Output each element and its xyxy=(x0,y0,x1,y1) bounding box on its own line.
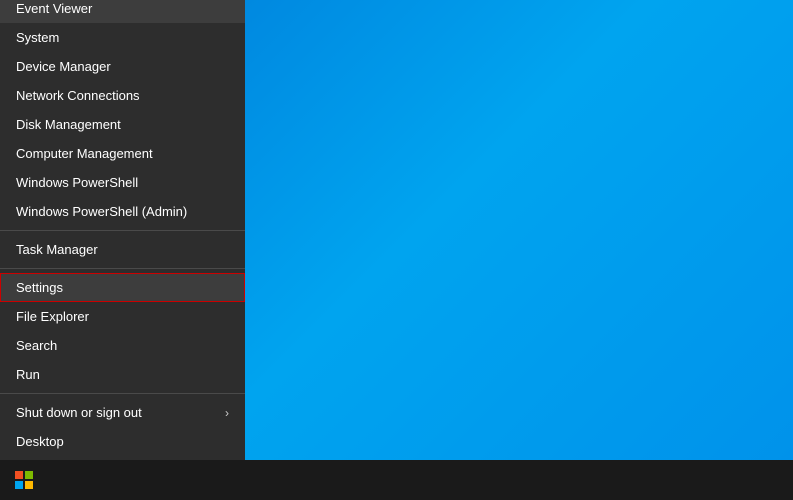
menu-item-event-viewer[interactable]: Event Viewer xyxy=(0,0,245,23)
menu-item-label-run: Run xyxy=(16,367,40,382)
menu-item-label-settings: Settings xyxy=(16,280,63,295)
menu-item-desktop[interactable]: Desktop xyxy=(0,427,245,456)
menu-item-label-search: Search xyxy=(16,338,57,353)
menu-item-disk-management[interactable]: Disk Management xyxy=(0,110,245,139)
menu-item-settings[interactable]: Settings xyxy=(0,273,245,302)
menu-item-label-windows-powershell: Windows PowerShell xyxy=(16,175,138,190)
menu-item-label-system: System xyxy=(16,30,59,45)
menu-item-label-shut-down-or-sign-out: Shut down or sign out xyxy=(16,405,142,420)
menu-item-label-disk-management: Disk Management xyxy=(16,117,121,132)
menu-item-label-task-manager: Task Manager xyxy=(16,242,98,257)
menu-item-label-windows-powershell-admin: Windows PowerShell (Admin) xyxy=(16,204,187,219)
submenu-arrow-icon: › xyxy=(225,406,229,420)
menu-item-computer-management[interactable]: Computer Management xyxy=(0,139,245,168)
menu-divider xyxy=(0,393,245,394)
menu-item-task-manager[interactable]: Task Manager xyxy=(0,235,245,264)
menu-divider xyxy=(0,230,245,231)
desktop: Apps and FeaturesPower OptionsEvent View… xyxy=(0,0,793,500)
menu-item-windows-powershell-admin[interactable]: Windows PowerShell (Admin) xyxy=(0,197,245,226)
menu-item-shut-down-or-sign-out[interactable]: Shut down or sign out › xyxy=(0,398,245,427)
menu-item-device-manager[interactable]: Device Manager xyxy=(0,52,245,81)
menu-item-search[interactable]: Search xyxy=(0,331,245,360)
context-menu: Apps and FeaturesPower OptionsEvent View… xyxy=(0,0,245,460)
menu-item-label-event-viewer: Event Viewer xyxy=(16,1,92,16)
menu-item-windows-powershell[interactable]: Windows PowerShell xyxy=(0,168,245,197)
menu-item-label-computer-management: Computer Management xyxy=(16,146,153,161)
windows-logo-icon xyxy=(15,471,33,489)
menu-item-label-device-manager: Device Manager xyxy=(16,59,111,74)
start-button[interactable] xyxy=(0,460,48,500)
menu-item-label-file-explorer: File Explorer xyxy=(16,309,89,324)
menu-item-run[interactable]: Run xyxy=(0,360,245,389)
menu-item-label-desktop: Desktop xyxy=(16,434,64,449)
menu-item-network-connections[interactable]: Network Connections xyxy=(0,81,245,110)
menu-item-system[interactable]: System xyxy=(0,23,245,52)
taskbar xyxy=(0,460,793,500)
menu-item-label-network-connections: Network Connections xyxy=(16,88,140,103)
menu-item-file-explorer[interactable]: File Explorer xyxy=(0,302,245,331)
menu-divider xyxy=(0,268,245,269)
